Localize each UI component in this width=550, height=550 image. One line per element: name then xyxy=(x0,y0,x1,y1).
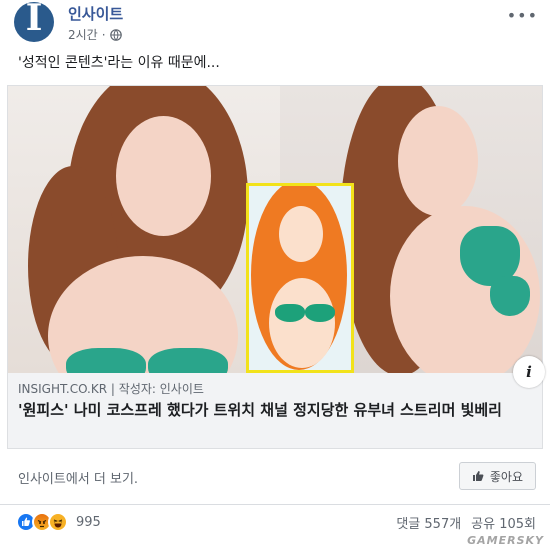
haha-reaction-icon xyxy=(48,512,68,532)
reaction-count[interactable]: 995 xyxy=(76,515,101,530)
post-text: '성적인 콘텐츠'라는 이유 때문에... xyxy=(18,55,220,71)
page-avatar[interactable]: I xyxy=(14,2,54,42)
post-meta: 2시간 · xyxy=(68,26,122,43)
avatar-glyph: I xyxy=(25,2,43,39)
link-separator: | xyxy=(110,382,115,396)
reaction-summary[interactable]: 995 xyxy=(16,511,101,533)
engagement-stats: 댓글 557개 공유 105회 xyxy=(396,513,536,532)
nami-illustration xyxy=(246,183,354,373)
see-more-link[interactable]: 인사이트에서 더 보기. xyxy=(18,468,138,487)
share-count[interactable]: 공유 105회 xyxy=(471,513,536,532)
page-name[interactable]: 인사이트 xyxy=(68,3,123,24)
like-page-label: 좋아요 xyxy=(489,469,523,484)
link-meta: INSIGHT.CO.KR | 작성자: 인사이트 xyxy=(18,380,204,397)
thumbs-up-icon xyxy=(472,471,484,481)
link-domain: INSIGHT.CO.KR xyxy=(18,382,108,396)
divider xyxy=(0,504,550,505)
comment-count[interactable]: 댓글 557개 xyxy=(396,513,461,532)
like-page-button[interactable]: 좋아요 xyxy=(458,462,536,490)
site-watermark: GAMERSKY xyxy=(467,534,544,547)
post-time[interactable]: 2시간 xyxy=(68,26,98,43)
post-header: I 인사이트 2시간 · ••• xyxy=(0,0,550,50)
page-follow-bar: 인사이트에서 더 보기. 좋아요 xyxy=(0,449,550,507)
cosplay-photo-left xyxy=(8,86,280,373)
link-author: 작성자: 인사이트 xyxy=(118,382,204,396)
info-icon[interactable]: i xyxy=(513,356,545,388)
dot-separator: · xyxy=(101,27,106,42)
link-preview-image[interactable] xyxy=(8,86,542,373)
link-title[interactable]: '원피스' 나미 코스프레 했다가 트위치 채널 정지당한 유부녀 스트리머 빛… xyxy=(18,399,534,421)
more-icon[interactable]: ••• xyxy=(507,6,538,25)
globe-icon xyxy=(109,28,122,41)
link-preview-card[interactable]: i INSIGHT.CO.KR | 작성자: 인사이트 '원피스' 나미 코스프… xyxy=(7,85,545,449)
